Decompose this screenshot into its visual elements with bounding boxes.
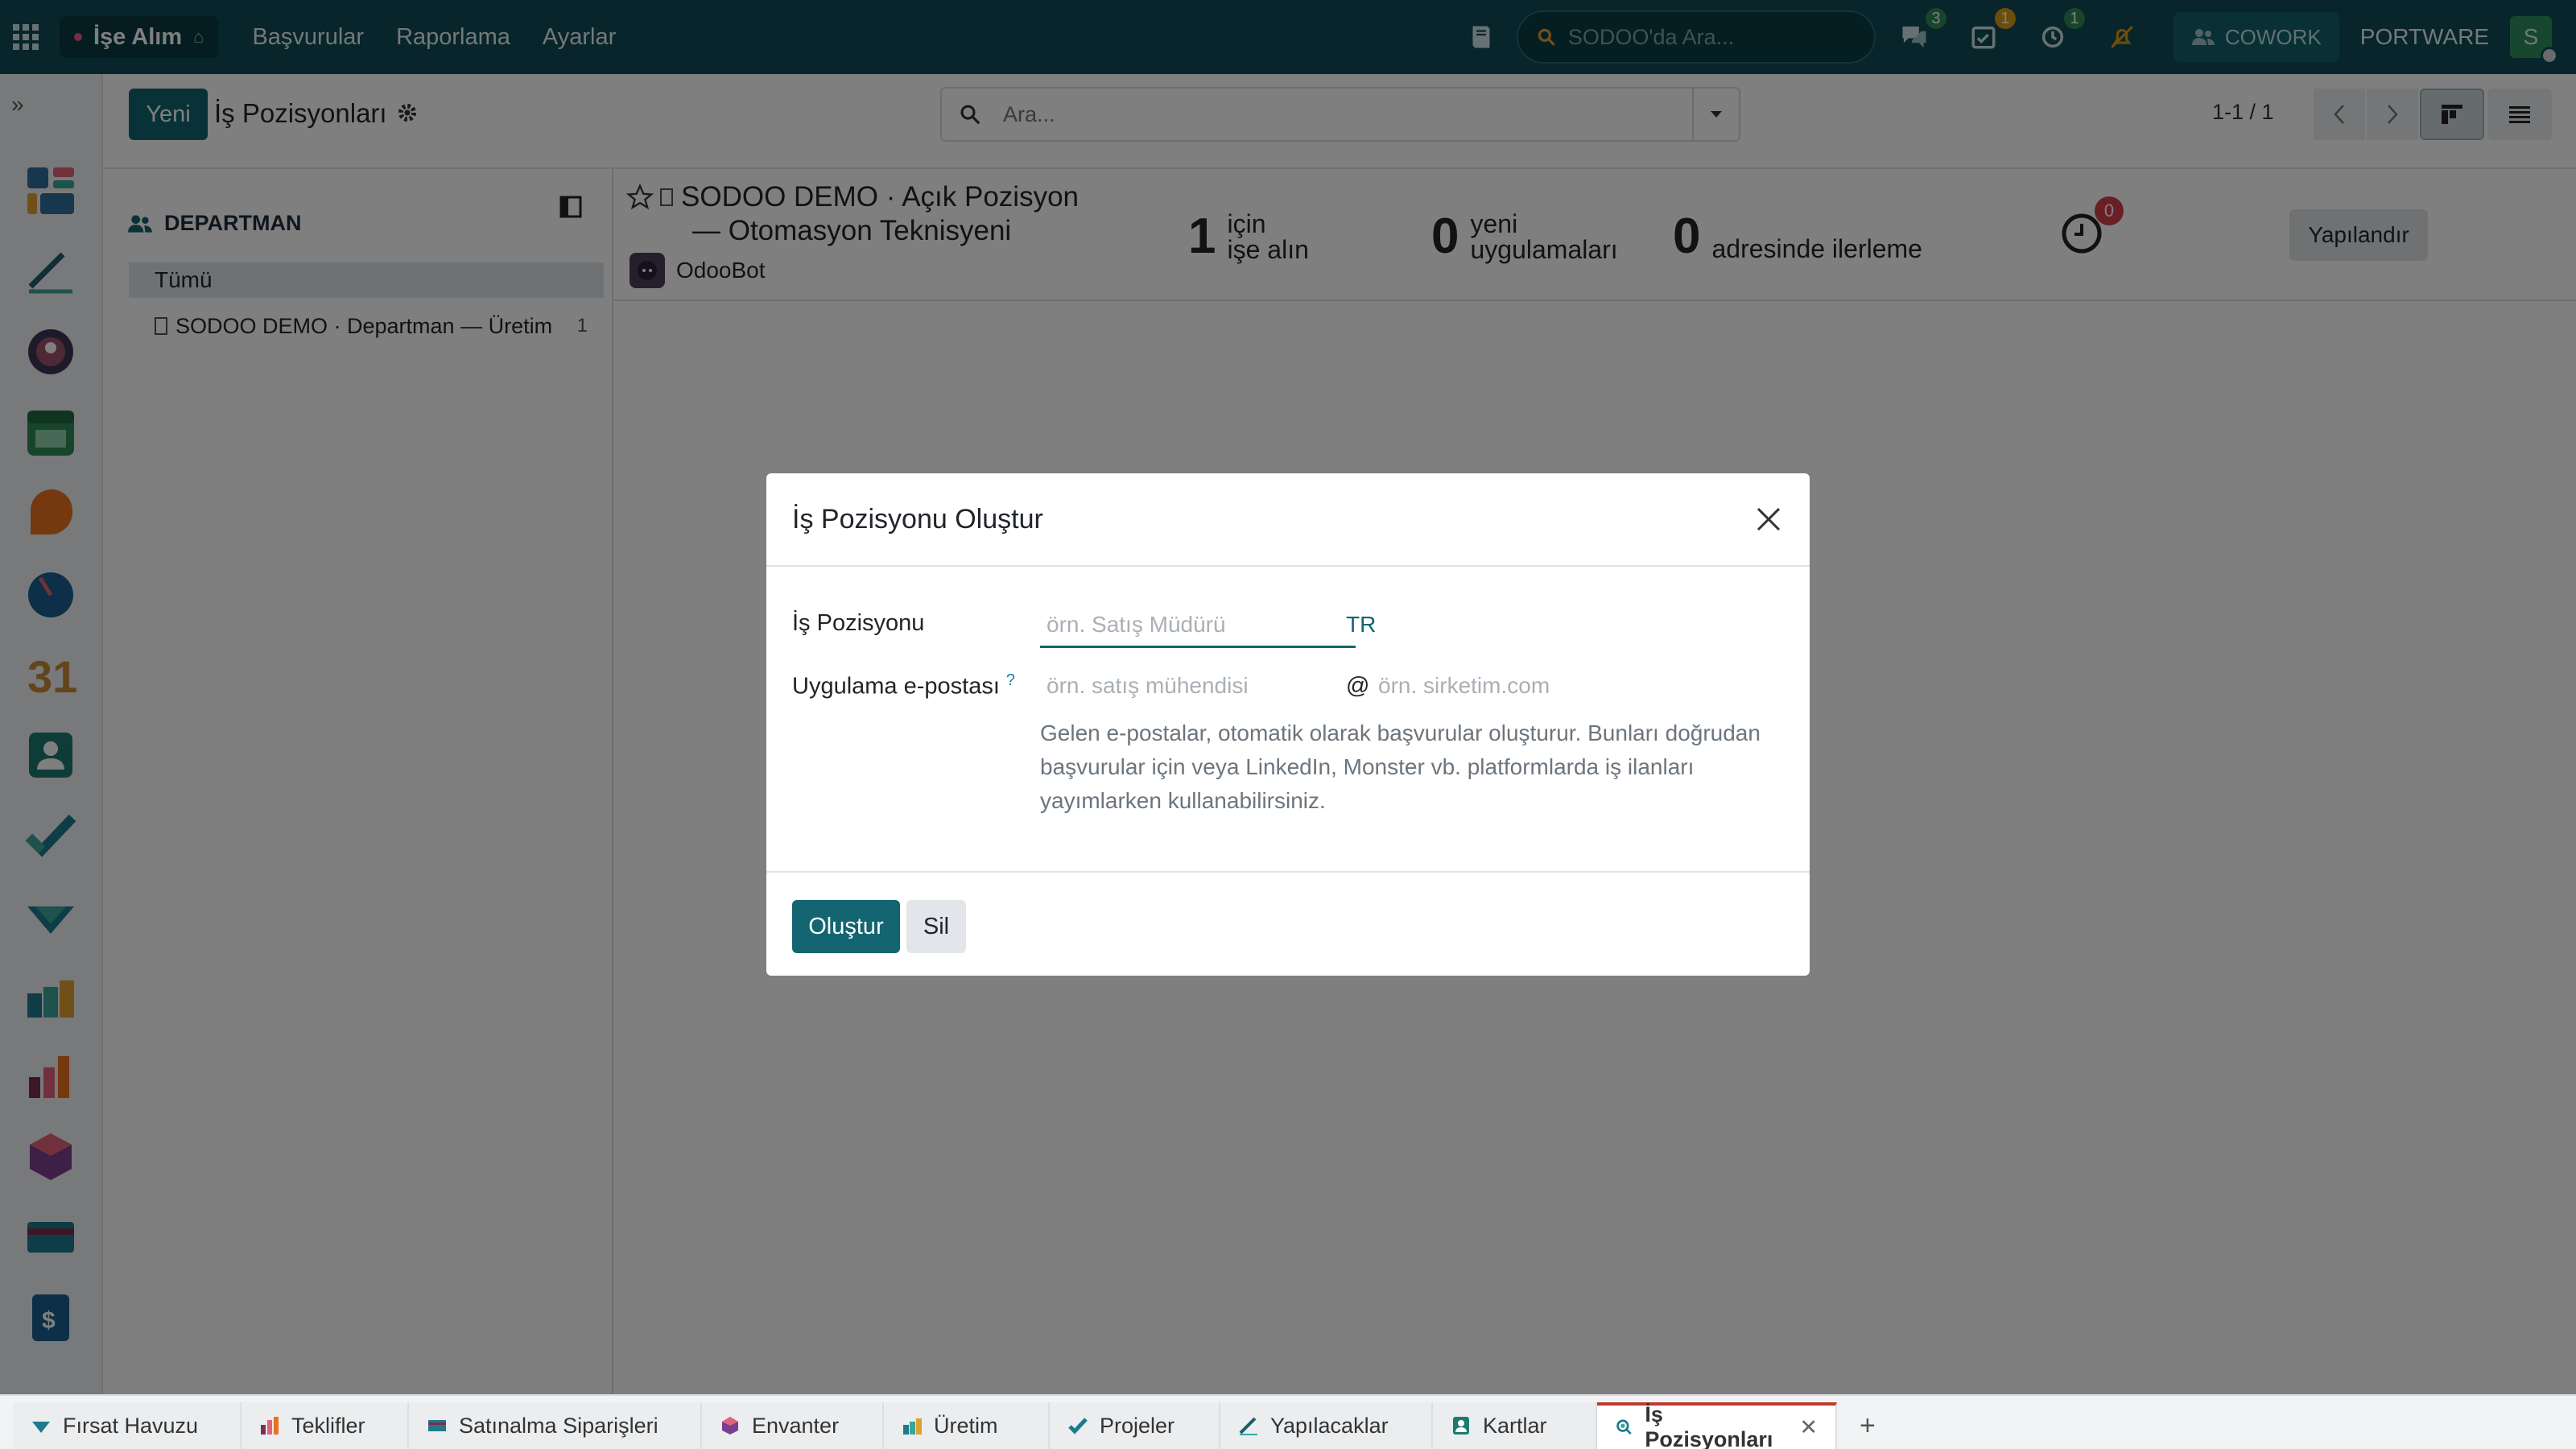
tab-label: Kartlar (1483, 1413, 1547, 1438)
job-position-label: İş Pozisyonu (792, 610, 925, 636)
close-tab-icon[interactable]: ✕ (1799, 1415, 1818, 1440)
create-button[interactable]: Oluştur (792, 900, 900, 953)
tab-label: Satınalma Siparişleri (459, 1413, 658, 1438)
add-tab-button[interactable]: + (1837, 1402, 1898, 1449)
tab-job-positions[interactable]: İş Pozisyonları ✕ (1597, 1402, 1837, 1449)
dialog-title: İş Pozisyonu Oluştur (792, 504, 1043, 535)
close-icon[interactable] (1755, 506, 1782, 533)
help-tooltip-icon[interactable]: ? (1006, 671, 1015, 689)
discard-button[interactable]: Sil (906, 900, 966, 953)
tab-label: Üretim (934, 1413, 998, 1438)
tab-inventory[interactable]: Envanter (702, 1402, 884, 1449)
tab-crm[interactable]: Fırsat Havuzu (13, 1402, 242, 1449)
create-job-dialog: İş Pozisyonu Oluştur İş Pozisyonu TR Uyg… (766, 473, 1810, 976)
contacts-icon (1453, 1417, 1469, 1435)
tab-projects[interactable]: Projeler (1050, 1402, 1220, 1449)
tab-label: Projeler (1100, 1413, 1175, 1438)
tab-contacts[interactable]: Kartlar (1433, 1402, 1597, 1449)
tab-label: İş Pozisyonları (1645, 1402, 1773, 1449)
tab-purchase-orders[interactable]: Satınalma Siparişleri (409, 1402, 702, 1449)
purchase-icon (428, 1420, 446, 1431)
bottom-tab-bar: Fırsat Havuzu Teklifler Satınalma Sipari… (0, 1394, 2576, 1449)
tab-label: Fırsat Havuzu (63, 1413, 199, 1438)
tab-todo[interactable]: Yapılacaklar (1220, 1402, 1433, 1449)
sales-icon (261, 1417, 279, 1435)
tab-label: Yapılacaklar (1270, 1413, 1389, 1438)
manufacturing-icon (903, 1418, 922, 1435)
tab-manufacturing[interactable]: Üretim (884, 1402, 1050, 1449)
tab-quotations[interactable]: Teklifler (242, 1402, 409, 1449)
tab-label: Envanter (752, 1413, 840, 1438)
dialog-header: İş Pozisyonu Oluştur (766, 473, 1810, 567)
tab-label: Teklifler (291, 1413, 365, 1438)
email-alias-input[interactable] (1046, 671, 1336, 700)
application-email-label: Uygulama e-postası? (792, 671, 1015, 700)
crm-icon (32, 1422, 50, 1433)
dialog-footer: Oluştur Sil (766, 871, 1810, 976)
project-icon (1068, 1418, 1088, 1435)
email-domain-input[interactable] (1378, 671, 1732, 700)
email-help-text: Gelen e-postalar, otomatik olarak başvur… (1040, 720, 1761, 813)
translate-language-button[interactable]: TR (1346, 612, 1376, 638)
job-position-input[interactable] (1046, 610, 1336, 639)
inventory-icon (722, 1417, 738, 1435)
job-position-underline (1040, 646, 1356, 648)
application-email-label-text: Uygulama e-postası (792, 673, 1000, 700)
email-at-sign: @ (1346, 673, 1370, 699)
recruitment-icon (1616, 1419, 1632, 1435)
todo-icon (1239, 1417, 1257, 1435)
